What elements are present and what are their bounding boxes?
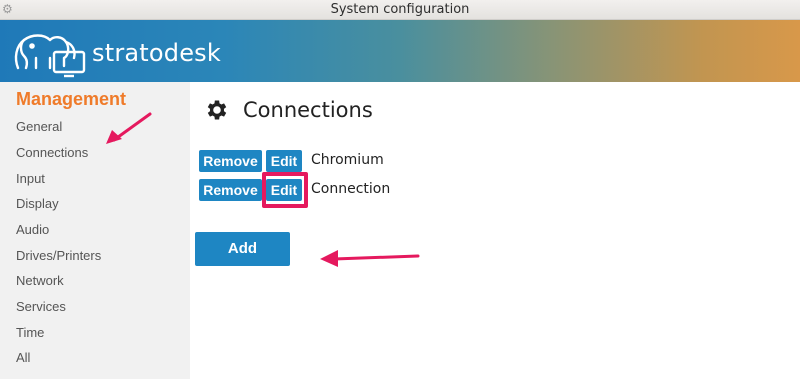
sidebar-item-services[interactable]: Services bbox=[16, 299, 66, 314]
sidebar-item-time[interactable]: Time bbox=[16, 325, 44, 340]
connection-name-connection: Connection bbox=[311, 181, 391, 197]
sidebar: Management General Connections Input Dis… bbox=[0, 82, 190, 379]
sidebar-item-general[interactable]: General bbox=[16, 119, 62, 134]
sidebar-item-audio[interactable]: Audio bbox=[16, 222, 49, 237]
remove-button-chromium[interactable]: Remove bbox=[199, 150, 262, 172]
annotation-arrow-add bbox=[320, 250, 420, 267]
page-title-text: Connections bbox=[243, 98, 373, 122]
annotation-arrow-sidebar bbox=[106, 112, 152, 144]
edit-highlight-box bbox=[262, 172, 308, 208]
window-title: System configuration bbox=[330, 2, 470, 17]
sidebar-item-network[interactable]: Network bbox=[16, 273, 64, 288]
window-titlebar: ⚙ System configuration bbox=[0, 0, 800, 20]
main-content: Connections bbox=[190, 82, 800, 379]
sidebar-item-all[interactable]: All bbox=[16, 350, 30, 365]
sidebar-item-connections[interactable]: Connections bbox=[16, 145, 88, 160]
edit-button-chromium[interactable]: Edit bbox=[266, 150, 302, 172]
brand-banner: stratodesk bbox=[0, 20, 800, 82]
connection-name-chromium: Chromium bbox=[311, 152, 384, 168]
sidebar-item-display[interactable]: Display bbox=[16, 196, 59, 211]
remove-button-connection[interactable]: Remove bbox=[199, 179, 262, 201]
page-title: Connections bbox=[204, 95, 373, 125]
sidebar-heading: Management bbox=[16, 89, 127, 109]
gear-icon bbox=[207, 100, 227, 120]
brand-name: stratodesk bbox=[92, 39, 221, 67]
sidebar-item-drives-printers[interactable]: Drives/Printers bbox=[16, 248, 101, 263]
add-button[interactable]: Add bbox=[195, 232, 290, 266]
elephant-monitor-logo bbox=[14, 34, 86, 78]
sidebar-item-input[interactable]: Input bbox=[16, 171, 45, 186]
